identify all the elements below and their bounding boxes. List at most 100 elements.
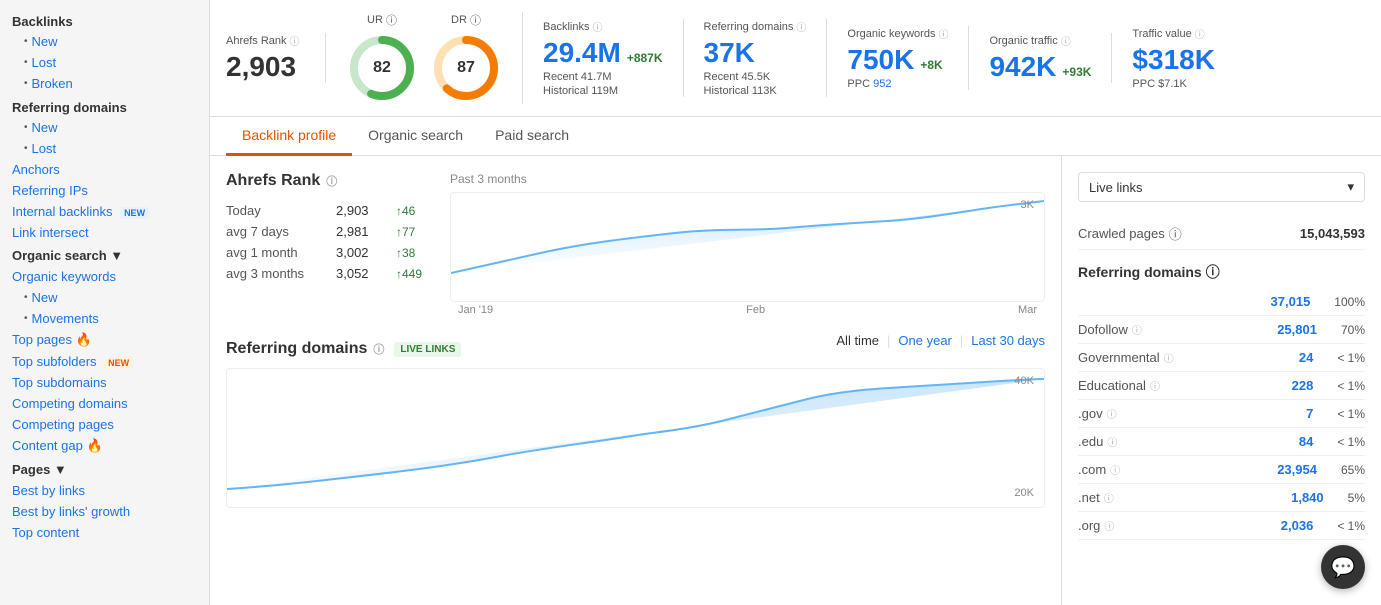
rd-row: .net ⓘ 1,840 5% bbox=[1078, 484, 1365, 512]
sidebar-item-competing-pages[interactable]: Competing pages bbox=[0, 414, 209, 435]
sidebar-item-top-pages[interactable]: Top pages 🔥 bbox=[0, 329, 209, 351]
sidebar-group-backlinks: Backlinks bbox=[0, 8, 209, 31]
dr-donut: 87 bbox=[430, 32, 502, 104]
sidebar-item-referring-ips[interactable]: Referring IPs bbox=[0, 180, 209, 201]
filter-last-30-days[interactable]: Last 30 days bbox=[971, 333, 1045, 348]
sidebar-item-organic-keywords[interactable]: Organic keywords bbox=[0, 266, 209, 287]
referring-domains-info-icon[interactable]: ⓘ bbox=[373, 341, 384, 357]
sidebar-item-competing-domains[interactable]: Competing domains bbox=[0, 393, 209, 414]
row-info-icon[interactable]: ⓘ bbox=[1104, 490, 1114, 505]
time-filters: All time | One year | Last 30 days bbox=[836, 333, 1045, 348]
stat-referring-domains-value: 37K bbox=[704, 38, 807, 69]
stat-ur: UR ⓘ 82 bbox=[346, 12, 418, 104]
live-links-dropdown[interactable]: Live links ▾ bbox=[1078, 172, 1365, 202]
row-info-icon[interactable]: ⓘ bbox=[1107, 434, 1117, 449]
sidebar-item-top-subdomains[interactable]: Top subdomains bbox=[0, 372, 209, 393]
charts-area: Ahrefs Rank ⓘ Today 2,903 ↑46 avg 7 days… bbox=[210, 156, 1061, 605]
row-info-icon[interactable]: ⓘ bbox=[1150, 378, 1160, 393]
row-info-icon[interactable]: ⓘ bbox=[1164, 350, 1174, 365]
sidebar-item-top-subfolders[interactable]: Top subfolders NEW bbox=[0, 351, 209, 372]
stat-organic-keywords-delta: +8K bbox=[920, 58, 942, 72]
ahrefs-rank-chart-title: Ahrefs Rank ⓘ bbox=[226, 172, 426, 190]
sidebar-item-content-gap[interactable]: Content gap 🔥 bbox=[0, 435, 209, 457]
stat-organic-keywords-value: 750K bbox=[847, 45, 914, 76]
stat-backlinks-recent: Recent 41.7M bbox=[543, 71, 663, 83]
backlinks-info-icon[interactable]: ⓘ bbox=[592, 19, 602, 34]
tabs: Backlink profile Organic search Paid sea… bbox=[210, 117, 1381, 156]
sidebar-item-internal-backlinks[interactable]: Internal backlinks NEW bbox=[0, 201, 209, 222]
rank-stats-table: Ahrefs Rank ⓘ Today 2,903 ↑46 avg 7 days… bbox=[226, 172, 426, 284]
right-panel: Live links ▾ Crawled pages ⓘ 15,043,593 … bbox=[1061, 156, 1381, 605]
rd-chart-y-top: 40K bbox=[1014, 375, 1034, 387]
stat-organic-traffic: Organic traffic ⓘ 942K +93K bbox=[969, 33, 1112, 83]
sidebar-group-pages[interactable]: Pages ▼ bbox=[0, 457, 209, 480]
chat-bubble[interactable]: 💬 bbox=[1321, 545, 1365, 589]
rank-row-3months: avg 3 months 3,052 ↑449 bbox=[226, 263, 426, 284]
rd-panel-info-icon[interactable]: ⓘ bbox=[1206, 262, 1220, 282]
rank-chart-svg bbox=[451, 193, 1044, 293]
sidebar-item-link-intersect[interactable]: Link intersect bbox=[0, 222, 209, 243]
sidebar-item-backlinks-lost[interactable]: •Lost bbox=[0, 52, 209, 73]
stat-referring-domains-label: Referring domains ⓘ bbox=[704, 19, 807, 34]
row-info-icon[interactable]: ⓘ bbox=[1104, 518, 1114, 533]
row-info-icon[interactable]: ⓘ bbox=[1110, 462, 1120, 477]
ur-info-icon[interactable]: ⓘ bbox=[386, 12, 397, 28]
rd-row: Dofollow ⓘ 25,801 70% bbox=[1078, 316, 1365, 344]
organic-keywords-info-icon[interactable]: ⓘ bbox=[938, 26, 948, 41]
rd-total-value: 37,015 bbox=[1271, 294, 1311, 309]
crawled-pages-label: Crawled pages ⓘ bbox=[1078, 224, 1182, 243]
rd-row: .org ⓘ 2,036 < 1% bbox=[1078, 512, 1365, 540]
dr-info-icon[interactable]: ⓘ bbox=[470, 12, 481, 28]
row-info-icon[interactable]: ⓘ bbox=[1132, 322, 1142, 337]
sidebar-item-referring-domains-lost[interactable]: •Lost bbox=[0, 138, 209, 159]
sidebar-item-anchors[interactable]: Anchors bbox=[0, 159, 209, 180]
ahrefs-rank-info-icon[interactable]: ⓘ bbox=[290, 33, 300, 48]
traffic-value-info-icon[interactable]: ⓘ bbox=[1195, 26, 1205, 41]
stat-dr-label: DR ⓘ bbox=[451, 12, 481, 28]
tab-organic-search[interactable]: Organic search bbox=[352, 117, 479, 156]
sidebar-item-best-by-links[interactable]: Best by links bbox=[0, 480, 209, 501]
referring-domains-info-icon[interactable]: ⓘ bbox=[796, 19, 806, 34]
sidebar-item-referring-domains-new[interactable]: •New bbox=[0, 117, 209, 138]
tab-backlink-profile[interactable]: Backlink profile bbox=[226, 117, 352, 156]
live-links-badge: LIVE LINKS bbox=[394, 342, 461, 357]
stat-dr: DR ⓘ 87 bbox=[430, 12, 502, 104]
sidebar-section-backlinks: Backlinks •New •Lost •Broken bbox=[0, 8, 209, 94]
rank-chart-y-top: 3K bbox=[1021, 199, 1034, 211]
crawled-pages-info-icon[interactable]: ⓘ bbox=[1169, 224, 1182, 243]
stat-backlinks-delta: +887K bbox=[627, 51, 663, 65]
rd-total-pct: 100% bbox=[1334, 295, 1365, 309]
dr-value: 87 bbox=[457, 59, 475, 77]
rank-chart: 3K bbox=[450, 192, 1045, 302]
rank-row-7days: avg 7 days 2,981 ↑77 bbox=[226, 221, 426, 242]
sidebar-item-organic-keywords-new[interactable]: •New bbox=[0, 287, 209, 308]
sidebar-item-organic-keywords-movements[interactable]: •Movements bbox=[0, 308, 209, 329]
stat-organic-traffic-label: Organic traffic ⓘ bbox=[989, 33, 1091, 48]
rank-row-today: Today 2,903 ↑46 bbox=[226, 200, 426, 221]
referring-domains-chart-svg bbox=[227, 369, 1044, 499]
tab-paid-search[interactable]: Paid search bbox=[479, 117, 585, 156]
stat-referring-domains-historical: Historical 113K bbox=[704, 85, 807, 97]
sidebar-group-referring-domains: Referring domains bbox=[0, 94, 209, 117]
sidebar-group-organic-search[interactable]: Organic search ▼ bbox=[0, 243, 209, 266]
stat-referring-domains: Referring domains ⓘ 37K Recent 45.5K His… bbox=[684, 19, 828, 97]
stat-backlinks-historical: Historical 119M bbox=[543, 85, 663, 97]
filter-one-year[interactable]: One year bbox=[898, 333, 951, 348]
rank-chart-info-icon[interactable]: ⓘ bbox=[326, 173, 337, 189]
row-info-icon[interactable]: ⓘ bbox=[1107, 406, 1117, 421]
sidebar-item-backlinks-broken[interactable]: •Broken bbox=[0, 73, 209, 94]
sidebar-section-referring-domains: Referring domains •New •Lost bbox=[0, 94, 209, 159]
stat-organic-keywords-label: Organic keywords ⓘ bbox=[847, 26, 948, 41]
stat-backlinks-label: Backlinks ⓘ bbox=[543, 19, 663, 34]
stat-ur-dr: UR ⓘ 82 DR ⓘ bbox=[326, 12, 523, 104]
sidebar-item-top-content[interactable]: Top content bbox=[0, 522, 209, 543]
ahrefs-rank-chart-wrapper: Past 3 months 3K bbox=[450, 172, 1045, 316]
sidebar-item-best-by-links-growth[interactable]: Best by links' growth bbox=[0, 501, 209, 522]
stat-organic-traffic-delta: +93K bbox=[1062, 65, 1091, 79]
filter-all-time[interactable]: All time bbox=[836, 333, 879, 348]
stat-organic-traffic-value: 942K bbox=[989, 52, 1056, 83]
organic-traffic-info-icon[interactable]: ⓘ bbox=[1061, 33, 1071, 48]
stat-traffic-value-label: Traffic value ⓘ bbox=[1132, 26, 1215, 41]
rd-total-row: 37,015 100% bbox=[1078, 288, 1365, 316]
sidebar-item-backlinks-new[interactable]: •New bbox=[0, 31, 209, 52]
